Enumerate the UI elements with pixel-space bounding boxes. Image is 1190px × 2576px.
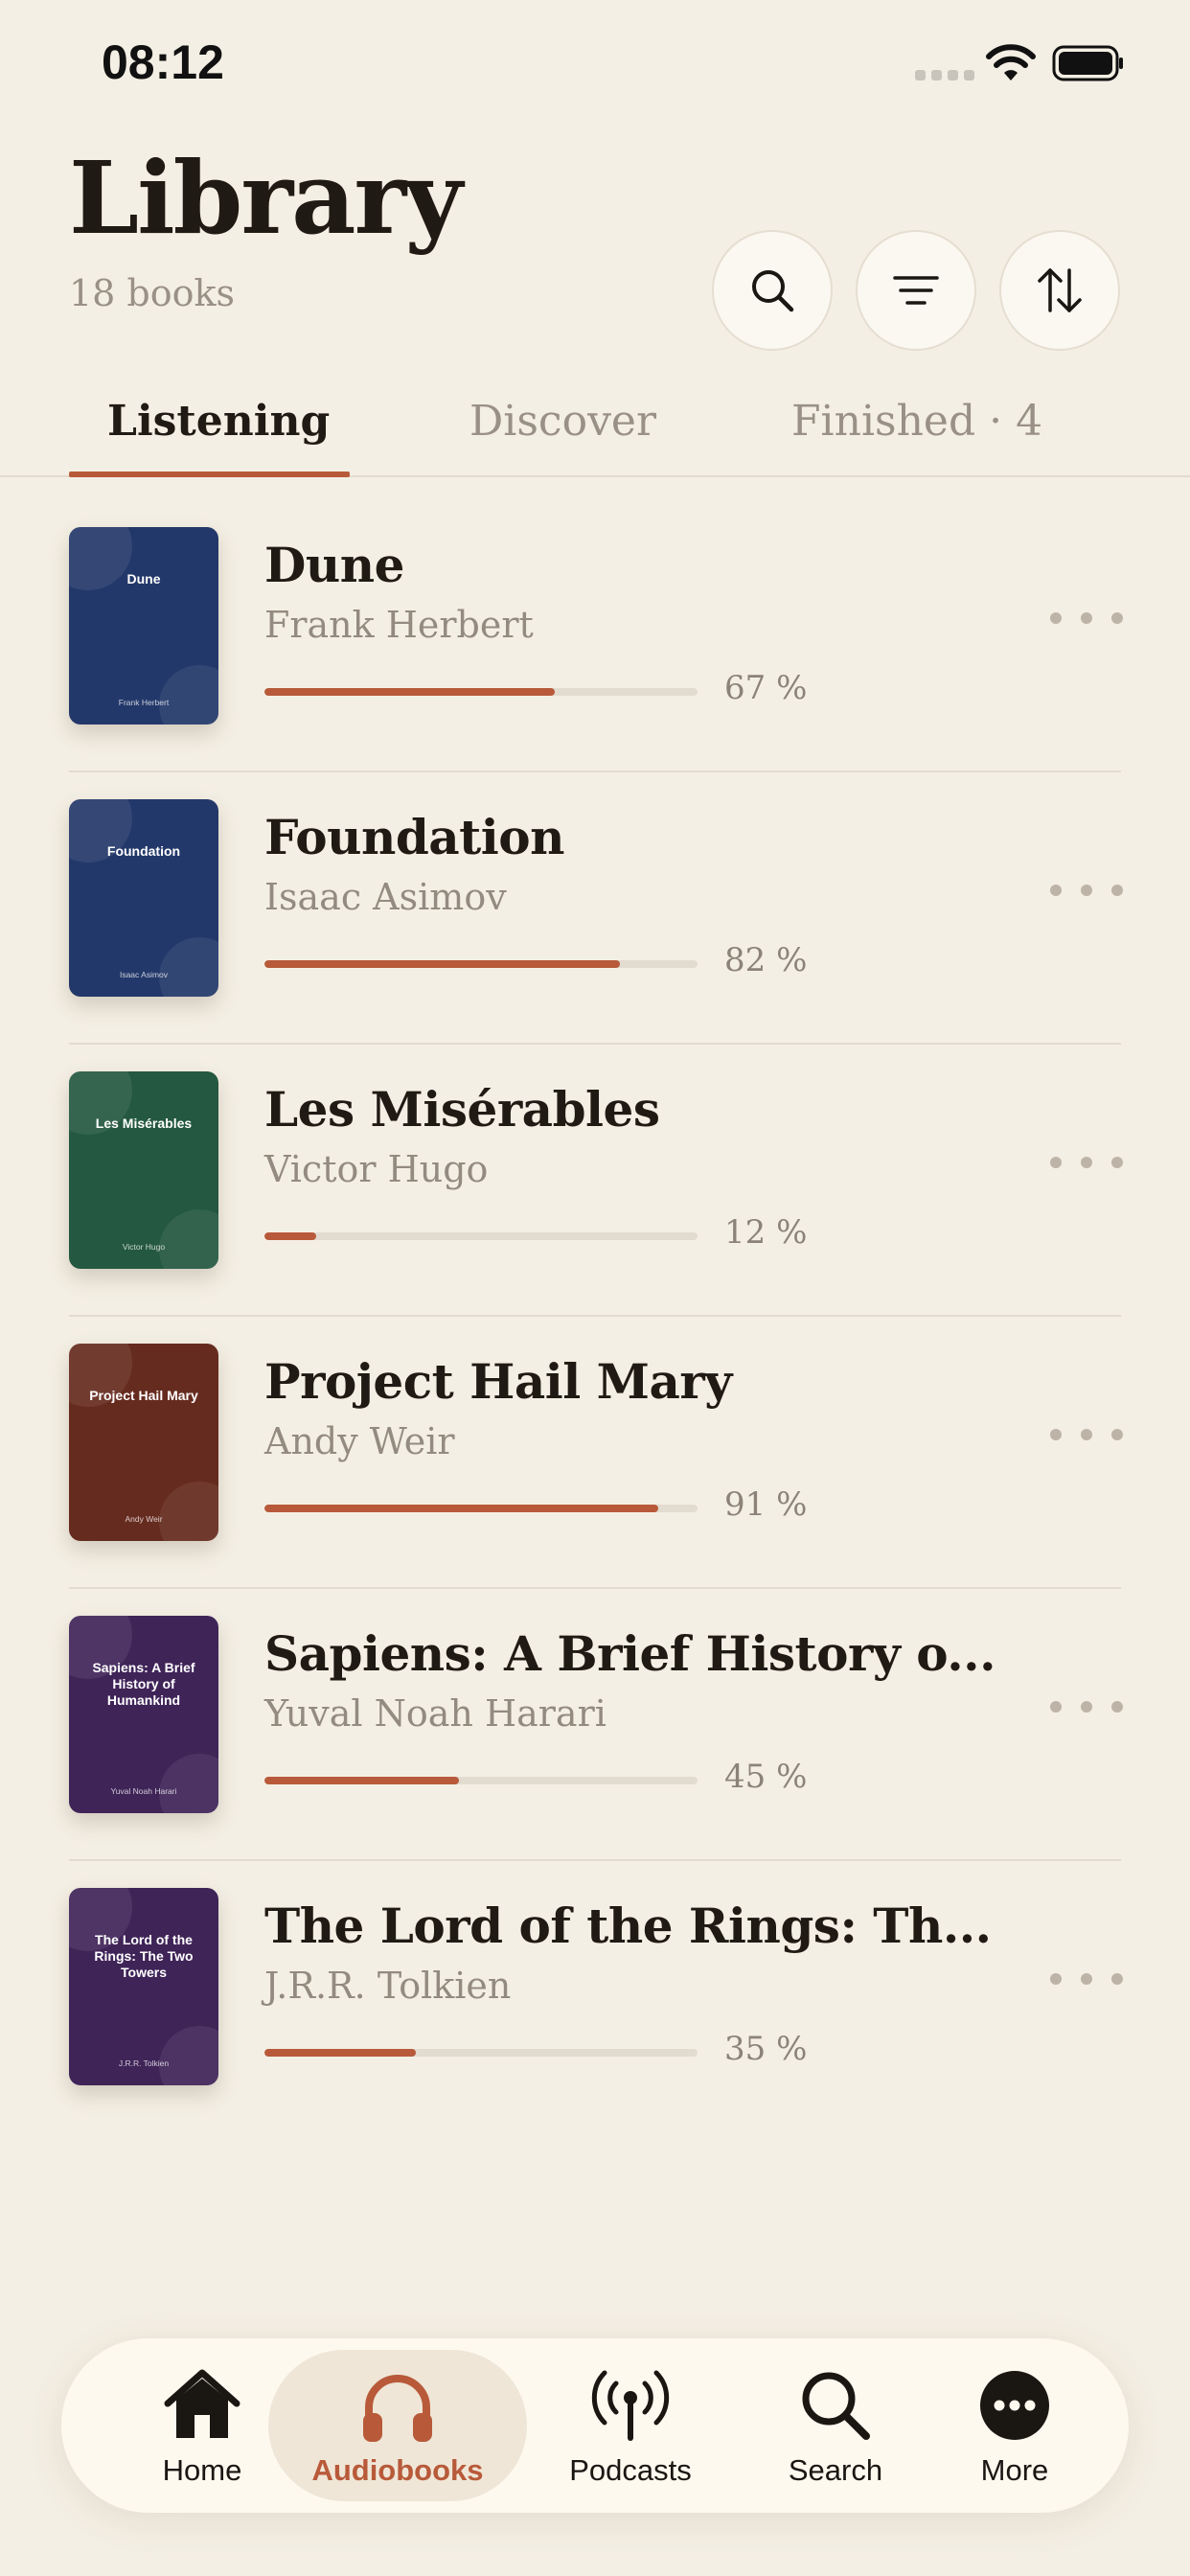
progress-label: 45 % [724,1758,808,1796]
book-title: Sapiens: A Brief History o... [264,1625,996,1682]
progress-bar [264,960,698,968]
book-row[interactable]: Foundation Isaac Asimov Foundation Isaac… [69,772,1123,1045]
nav-label: Podcasts [569,2453,692,2487]
book-row[interactable]: Les Misérables Victor Hugo Les Misérable… [69,1045,1123,1317]
book-title: The Lord of the Rings: Th... [264,1898,992,1954]
tab-discover[interactable]: Discover [469,397,656,446]
nav-podcasts[interactable]: Podcasts [544,2338,717,2513]
book-cover: Sapiens: A Brief History of Humankind Yu… [69,1616,218,1813]
progress-label: 35 % [724,2030,808,2068]
book-cover: Foundation Isaac Asimov [69,799,218,997]
progress-label: 82 % [724,941,808,979]
bottom-nav: Home Audiobooks Podcasts Search More [61,2338,1129,2513]
book-author: Frank Herbert [264,604,534,646]
filter-button[interactable] [856,230,976,351]
cover-author: J.R.R. Tolkien [118,2058,170,2068]
book-title: Les Misérables [264,1081,660,1138]
cover-title: Foundation [106,843,181,859]
cellular-signal-icon [915,70,974,80]
book-cover: Project Hail Mary Andy Weir [69,1344,218,1541]
progress-fill [264,960,620,968]
more-icon [974,2365,1055,2446]
cover-author: Andy Weir [125,1514,163,1524]
book-row[interactable]: Sapiens: A Brief History of Humankind Yu… [69,1589,1123,1861]
more-options-icon[interactable] [1050,601,1123,635]
more-options-icon[interactable] [1050,1690,1123,1724]
progress-label: 12 % [724,1213,808,1252]
filter-icon [893,276,939,305]
book-cover: The Lord of the Rings: The Two Towers J.… [69,1888,218,2085]
battery-icon [1052,45,1123,81]
status-bar: 08:12 [0,0,1190,125]
progress-fill [264,688,555,696]
book-row[interactable]: The Lord of the Rings: The Two Towers J.… [69,1861,1123,2131]
book-count: 18 books [69,272,236,314]
tab-listening[interactable]: Listening [107,397,330,446]
nav-search[interactable]: Search [749,2338,922,2513]
search-icon [752,270,794,312]
nav-label: More [980,2453,1049,2487]
cover-title: The Lord of the Rings: The Two Towers [94,1932,194,1980]
book-author: Andy Weir [264,1420,455,1462]
book-title: Foundation [264,809,564,865]
book-cover: Les Misérables Victor Hugo [69,1071,218,1269]
progress-fill [264,1777,460,1784]
more-options-icon[interactable] [1050,1417,1123,1452]
progress-label: 67 % [724,669,808,707]
cover-title: Dune [126,571,161,586]
cover-author: Victor Hugo [122,1242,166,1252]
progress-bar [264,688,698,696]
book-row[interactable]: Dune Frank Herbert Dune Frank Herbert 67… [69,500,1123,772]
progress-bar [264,1777,698,1784]
book-row[interactable]: Project Hail Mary Andy Weir Project Hail… [69,1317,1123,1589]
progress-bar [264,2049,698,2057]
book-author: Yuval Noah Harari [264,1692,606,1735]
progress-fill [264,1505,659,1512]
nav-label: Audiobooks [311,2453,484,2487]
search-button[interactable] [712,230,833,351]
more-options-icon[interactable] [1050,873,1123,908]
page-title: Library [69,139,463,257]
active-tab-indicator [69,472,350,477]
nav-label: Home [162,2453,242,2487]
nav-label: Search [788,2453,883,2487]
book-list: Dune Frank Herbert Dune Frank Herbert 67… [69,500,1123,2131]
book-cover: Dune Frank Herbert [69,527,218,724]
search-icon [795,2365,876,2446]
book-title: Project Hail Mary [264,1353,732,1410]
progress-fill [264,2049,417,2057]
more-options-icon[interactable] [1050,1962,1123,1996]
home-icon [162,2365,242,2446]
more-options-icon[interactable] [1050,1145,1123,1180]
sort-button[interactable] [999,230,1120,351]
cover-title: Sapiens: A Brief History of Humankind [92,1660,195,1708]
book-author: J.R.R. Tolkien [264,1965,512,2007]
headphones-icon [357,2365,438,2446]
cover-author: Isaac Asimov [119,970,169,979]
progress-fill [264,1232,317,1240]
status-time: 08:12 [102,35,224,89]
cover-title: Les Misérables [95,1116,193,1131]
progress-bar [264,1505,698,1512]
book-author: Isaac Asimov [264,876,507,918]
tab-bar: Listening Discover Finished · 4 [0,383,1190,477]
nav-more[interactable]: More [943,2338,1087,2513]
progress-label: 91 % [724,1485,808,1524]
cover-author: Yuval Noah Harari [110,1786,177,1796]
nav-audiobooks[interactable]: Audiobooks [268,2338,527,2513]
wifi-icon [986,44,1036,80]
podcast-icon [590,2365,671,2446]
cover-author: Frank Herbert [118,698,170,707]
tab-finished[interactable]: Finished · 4 [791,397,1042,446]
cover-title: Project Hail Mary [89,1388,198,1403]
sort-icon [1038,268,1082,312]
book-title: Dune [264,537,404,593]
progress-bar [264,1232,698,1240]
book-author: Victor Hugo [264,1148,489,1190]
